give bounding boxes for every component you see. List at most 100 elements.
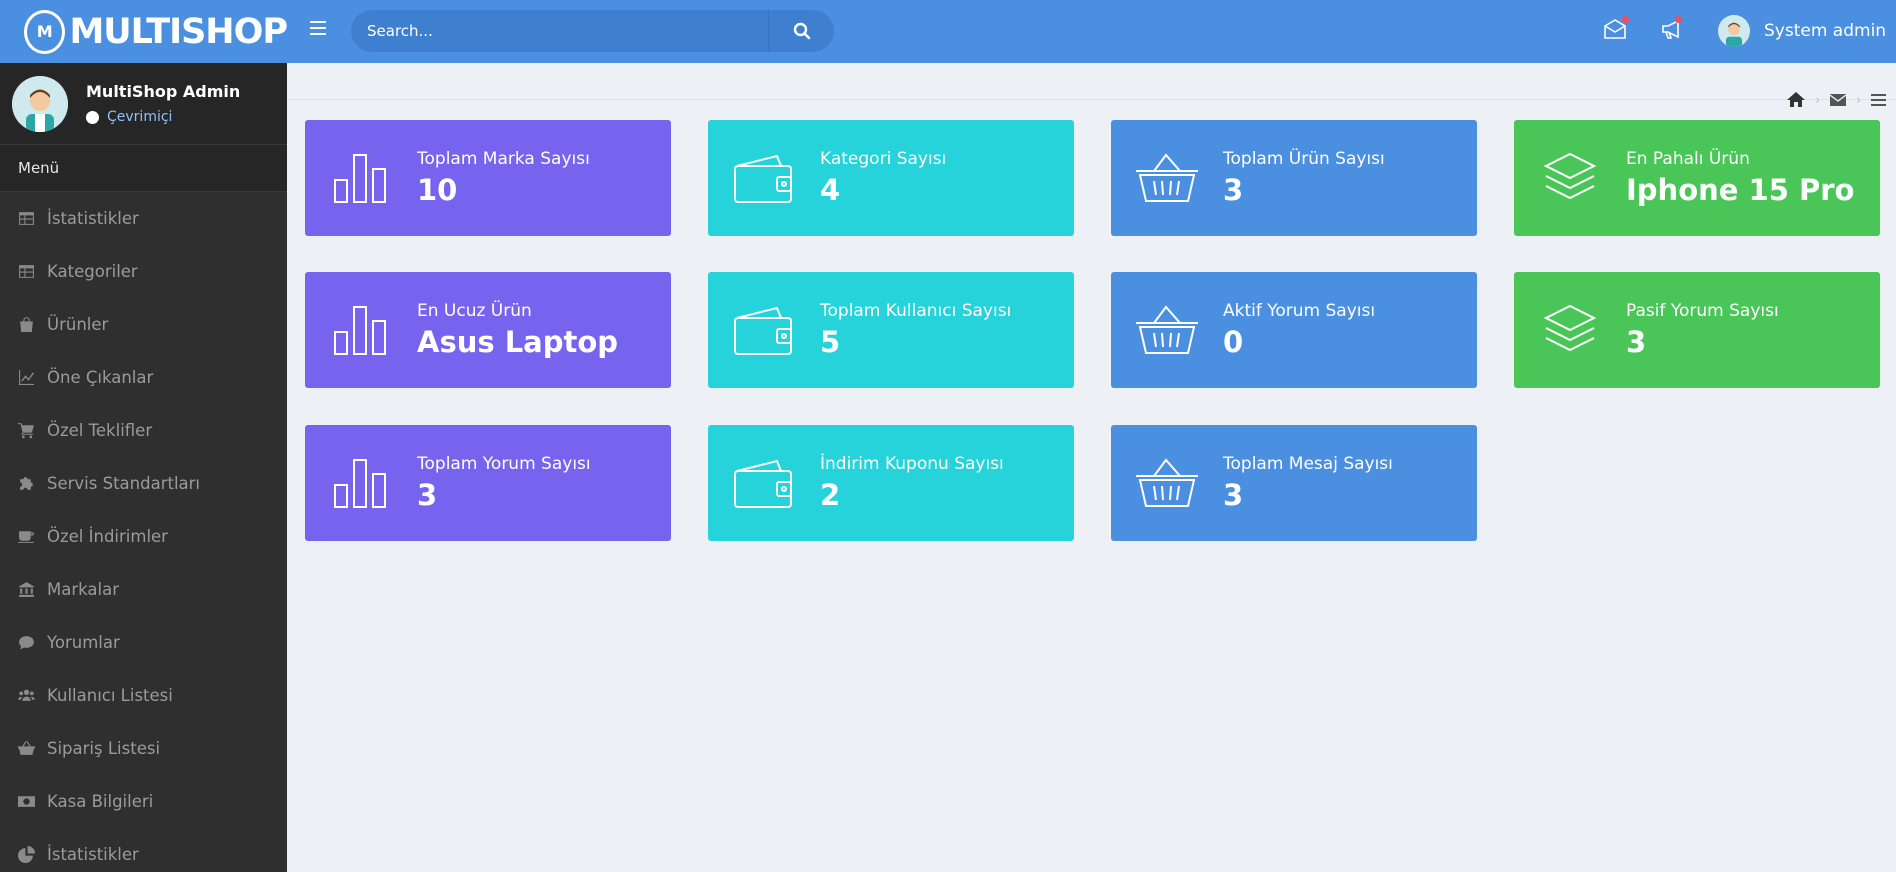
hamburger-menu-icon[interactable] (310, 21, 326, 35)
stat-card-label: Toplam Yorum Sayısı (417, 454, 591, 474)
sidebar-item-label: Özel Teklifler (47, 421, 153, 440)
sidebar-menu: İstatistikler Kategoriler Ürünler Öne Çı… (0, 192, 287, 872)
stat-card-toplam-urun[interactable]: Toplam Ürün Sayısı 3 (1111, 120, 1477, 236)
sidebar-item-label: Yorumlar (47, 633, 120, 652)
coffee-icon (18, 528, 47, 545)
stat-card-value: 10 (417, 173, 458, 207)
home-icon[interactable] (1787, 92, 1806, 107)
notification-badge (1622, 16, 1629, 23)
stat-card-toplam-yorum[interactable]: Toplam Yorum Sayısı 3 (305, 425, 671, 541)
avatar (1718, 15, 1750, 47)
stat-card-value: Iphone 15 Pro (1626, 173, 1855, 207)
sidebar-item-kategoriler[interactable]: Kategoriler (0, 245, 287, 298)
chevron-right-icon: › (1815, 92, 1821, 107)
stat-card-en-pahali-urun[interactable]: En Pahalı Ürün Iphone 15 Pro (1514, 120, 1880, 236)
stat-card-indirim-kuponu[interactable]: İndirim Kuponu Sayısı 2 (708, 425, 1074, 541)
avatar[interactable] (12, 75, 68, 132)
search-button[interactable] (768, 10, 834, 52)
comment-icon (18, 634, 47, 651)
stat-card-value: 3 (1223, 173, 1244, 207)
online-status-icon (86, 110, 99, 124)
basket-icon (1136, 153, 1198, 202)
stat-card-kategori[interactable]: Kategori Sayısı 4 (708, 120, 1074, 236)
sidebar-item-siparis-listesi[interactable]: Sipariş Listesi (0, 722, 287, 775)
breadcrumb: › › (1787, 92, 1886, 107)
sidebar-item-label: Sipariş Listesi (47, 739, 161, 758)
line-chart-icon (18, 369, 47, 386)
bar-chart-icon (334, 306, 386, 355)
stat-card-label: En Ucuz Ürün (417, 301, 532, 321)
shopping-bag-icon (18, 316, 47, 333)
sidebar-item-kasa-bilgileri[interactable]: Kasa Bilgileri (0, 775, 287, 828)
chevron-right-icon: › (1856, 92, 1861, 107)
divider (287, 99, 1896, 100)
table-icon (18, 263, 47, 280)
stat-card-value: 2 (820, 478, 841, 512)
stat-card-label: İndirim Kuponu Sayısı (820, 454, 1004, 474)
wallet-icon (734, 306, 792, 355)
messages-button[interactable] (1603, 16, 1629, 42)
stat-card-toplam-marka[interactable]: Toplam Marka Sayısı 10 (305, 120, 671, 236)
pie-chart-icon (18, 846, 47, 863)
stat-card-en-ucuz-urun[interactable]: En Ucuz Ürün Asus Laptop (305, 272, 671, 388)
stat-card-label: Toplam Mesaj Sayısı (1223, 454, 1393, 474)
sidebar-item-ozel-teklifler[interactable]: Özel Teklifler (0, 404, 287, 457)
stat-card-toplam-kullanici[interactable]: Toplam Kullanıcı Sayısı 5 (708, 272, 1074, 388)
sidebar-item-ozel-indirimler[interactable]: Özel İndirimler (0, 510, 287, 563)
stat-card-value: 0 (1223, 325, 1244, 359)
bank-icon (18, 581, 47, 598)
stat-card-label: Toplam Kullanıcı Sayısı (820, 301, 1012, 321)
bar-chart-icon (334, 154, 386, 203)
sidebar-item-markalar[interactable]: Markalar (0, 563, 287, 616)
table-icon (18, 210, 47, 227)
basket-icon (18, 740, 47, 757)
logo-mark-icon: M (24, 9, 66, 54)
stat-card-value: 3 (1223, 478, 1244, 512)
sidebar-item-one-cikanlar[interactable]: Öne Çıkanlar (0, 351, 287, 404)
layers-icon (1543, 304, 1597, 352)
sidebar-item-label: Kasa Bilgileri (47, 792, 154, 811)
stat-card-value: 5 (820, 325, 841, 359)
announcements-button[interactable] (1660, 16, 1686, 42)
brand-logo[interactable]: M MULTISHOP (0, 0, 288, 63)
wallet-icon (734, 459, 792, 508)
search-input[interactable] (351, 10, 771, 52)
sidebar-item-yorumlar[interactable]: Yorumlar (0, 616, 287, 669)
stat-card-toplam-mesaj[interactable]: Toplam Mesaj Sayısı 3 (1111, 425, 1477, 541)
stat-card-value: 4 (820, 173, 841, 207)
brand-name: MULTISHOP (69, 11, 288, 52)
stat-card-label: Toplam Marka Sayısı (417, 149, 590, 169)
profile-name: MultiShop Admin (86, 82, 241, 101)
search-icon (793, 22, 810, 40)
topbar: System admin (287, 0, 1896, 63)
wallet-icon (734, 154, 792, 203)
sidebar-item-label: Özel İndirimler (47, 527, 168, 546)
stat-card-pasif-yorum[interactable]: Pasif Yorum Sayısı 3 (1514, 272, 1880, 388)
stat-card-value: Asus Laptop (417, 325, 619, 359)
money-icon (18, 793, 47, 810)
sidebar-item-istatistikler[interactable]: İstatistikler (0, 192, 287, 245)
sidebar-item-label: Ürünler (47, 315, 109, 334)
sidebar-item-label: Markalar (47, 580, 119, 599)
sidebar-item-urunler[interactable]: Ürünler (0, 298, 287, 351)
sidebar-item-label: Öne Çıkanlar (47, 368, 154, 387)
sidebar-item-kullanici-listesi[interactable]: Kullanıcı Listesi (0, 669, 287, 722)
stat-card-aktif-yorum[interactable]: Aktif Yorum Sayısı 0 (1111, 272, 1477, 388)
sidebar-item-label: Kategoriler (47, 262, 138, 281)
sidebar-item-istatistikler-2[interactable]: İstatistikler (0, 828, 287, 872)
stat-card-label: Toplam Ürün Sayısı (1223, 149, 1385, 169)
stat-card-label: Aktif Yorum Sayısı (1223, 301, 1376, 321)
stat-card-value: 3 (1626, 325, 1647, 359)
profile-status: Çevrimiçi (86, 109, 240, 125)
sidebar-item-label: Servis Standartları (47, 474, 201, 493)
envelope-icon[interactable] (1830, 93, 1847, 106)
stat-card-label: Kategori Sayısı (820, 149, 947, 169)
sidebar-item-servis-standartlari[interactable]: Servis Standartları (0, 457, 287, 510)
user-menu[interactable]: System admin (1718, 13, 1886, 49)
sidebar-item-label: Kullanıcı Listesi (47, 686, 173, 705)
list-icon[interactable] (1871, 93, 1886, 106)
sidebar-item-label: İstatistikler (47, 209, 139, 228)
user-profile-panel: MultiShop Admin Çevrimiçi (0, 63, 287, 145)
bar-chart-icon (334, 459, 386, 508)
notification-badge (1675, 16, 1682, 23)
